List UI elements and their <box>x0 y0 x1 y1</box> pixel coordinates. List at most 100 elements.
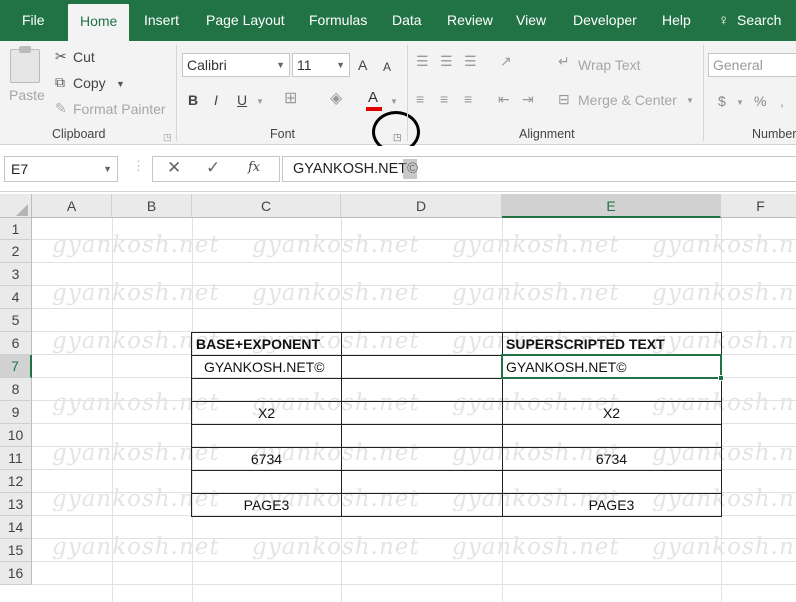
fill-color-icon[interactable]: ◈ <box>330 89 342 109</box>
column-header[interactable]: F <box>721 194 796 218</box>
table-border <box>191 516 721 517</box>
more-icon: ⋮ <box>132 158 145 173</box>
orientation-icon[interactable]: ↗ <box>500 51 512 71</box>
column-header-selected[interactable]: E <box>502 194 721 218</box>
copy-icon: ⧉ <box>55 74 65 90</box>
tab-file[interactable]: File <box>22 0 45 41</box>
tab-page-layout[interactable]: Page Layout <box>206 0 285 41</box>
tab-insert[interactable]: Insert <box>144 0 179 41</box>
font-size-select[interactable]: 11 ▼ <box>292 53 350 77</box>
insert-function-button[interactable]: fx <box>248 160 260 175</box>
tab-home[interactable]: Home <box>68 4 130 41</box>
comma-style-icon[interactable]: , <box>780 91 784 111</box>
name-box[interactable]: E7 ▼ <box>4 156 118 182</box>
borders-icon[interactable]: ⊞ <box>284 89 297 109</box>
cell-e11[interactable]: 6734 <box>502 448 721 470</box>
tab-developer[interactable]: Developer <box>573 0 637 41</box>
chevron-down-icon[interactable]: ▼ <box>736 93 744 113</box>
row-header[interactable]: 8 <box>0 378 32 401</box>
top-align-icon[interactable]: ☰ <box>416 51 429 71</box>
tab-search[interactable]: Search <box>737 0 781 41</box>
percent-button[interactable]: % <box>754 93 766 109</box>
table-border <box>341 332 342 517</box>
cut-button[interactable]: Cut <box>73 49 95 65</box>
font-color-icon[interactable]: A <box>368 88 378 108</box>
merge-center-button[interactable]: Merge & Center <box>578 92 677 108</box>
grow-font-icon[interactable]: A <box>358 55 367 75</box>
cancel-icon[interactable]: ✕ <box>167 158 181 178</box>
tab-review[interactable]: Review <box>447 0 493 41</box>
middle-align-icon[interactable]: ☰ <box>440 51 453 71</box>
align-center-icon[interactable]: ≡ <box>440 89 448 109</box>
row-header[interactable]: 9 <box>0 401 32 424</box>
column-header[interactable]: A <box>32 194 112 218</box>
ribbon-tab-bar: File Home Insert Page Layout Formulas Da… <box>0 0 796 41</box>
copy-button[interactable]: Copy <box>73 75 106 91</box>
enter-check-icon[interactable]: ✓ <box>206 158 220 178</box>
underline-button[interactable]: U <box>237 90 247 110</box>
divider <box>703 45 704 141</box>
decrease-indent-icon[interactable]: ⇤ <box>498 89 510 109</box>
row-header[interactable]: 3 <box>0 263 32 286</box>
number-group-label: Number <box>752 127 796 141</box>
bold-button[interactable]: B <box>188 90 198 110</box>
paste-button[interactable]: Paste <box>9 87 45 103</box>
row-header[interactable]: 6 <box>0 332 32 355</box>
format-painter-icon: ✎ <box>55 100 67 116</box>
align-right-icon[interactable]: ≡ <box>464 89 472 109</box>
row-header[interactable]: 14 <box>0 516 32 539</box>
bottom-align-icon[interactable]: ☰ <box>464 51 477 71</box>
row-header[interactable]: 4 <box>0 286 32 309</box>
tab-view[interactable]: View <box>516 0 546 41</box>
formula-bar: E7 ▼ ⋮ ✕ ✓ fx GYANKOSH.NET© <box>0 146 796 192</box>
number-format-select[interactable]: General <box>708 53 796 77</box>
row-header[interactable]: 12 <box>0 470 32 493</box>
fill-handle[interactable] <box>718 375 724 381</box>
row-header[interactable]: 1 <box>0 218 32 240</box>
cell-e13[interactable]: PAGE3 <box>502 494 721 516</box>
column-header[interactable]: B <box>112 194 192 218</box>
select-all-triangle-icon <box>16 204 28 216</box>
chevron-down-icon[interactable]: ▼ <box>256 92 264 112</box>
cell-e6[interactable]: SUPERSCRIPTED TEXT <box>506 333 720 355</box>
shrink-font-icon[interactable]: A <box>383 57 391 77</box>
row-header-selected[interactable]: 7 <box>0 355 32 378</box>
worksheet-grid[interactable]: A B C D E F 1 2 3 4 5 6 7 8 9 10 11 12 13 14 15 16 gyan… <box>0 192 796 602</box>
row-header[interactable]: 5 <box>0 309 32 332</box>
chevron-down-icon: ▼ <box>276 60 285 70</box>
cell-c11[interactable]: 6734 <box>192 448 341 470</box>
cell-c9[interactable]: X2 <box>192 402 341 424</box>
currency-button[interactable]: $ <box>718 93 726 109</box>
row-header[interactable]: 15 <box>0 539 32 562</box>
row-header[interactable]: 11 <box>0 447 32 470</box>
tab-data[interactable]: Data <box>392 0 422 41</box>
tab-formulas[interactable]: Formulas <box>309 0 367 41</box>
active-cell-e7[interactable] <box>501 354 722 379</box>
cell-e9[interactable]: X2 <box>502 402 721 424</box>
row-header[interactable]: 10 <box>0 424 32 447</box>
chevron-down-icon[interactable]: ▼ <box>116 74 125 94</box>
ribbon: Paste ✂ Cut ⧉ Copy ▼ ✎ Format Painter Cl… <box>0 41 796 153</box>
clipboard-launcher-icon[interactable]: ◳ <box>163 127 172 147</box>
tab-help[interactable]: Help <box>662 0 691 41</box>
italic-button[interactable]: I <box>214 90 218 110</box>
row-header[interactable]: 16 <box>0 562 32 585</box>
cell-c13[interactable]: PAGE3 <box>192 494 341 516</box>
cell-c6[interactable]: BASE+EXPONENT <box>196 333 341 355</box>
align-left-icon[interactable]: ≡ <box>416 89 424 109</box>
column-header[interactable]: D <box>341 194 502 218</box>
font-name-select[interactable]: Calibri ▼ <box>182 53 290 77</box>
wrap-text-button[interactable]: Wrap Text <box>578 57 641 73</box>
chevron-down-icon[interactable]: ▼ <box>686 91 694 111</box>
column-header[interactable]: C <box>192 194 341 218</box>
format-painter-button[interactable]: Format Painter <box>73 101 166 117</box>
divider <box>176 45 177 141</box>
cell-c7[interactable]: GYANKOSH.NET© <box>204 356 341 378</box>
chevron-down-icon[interactable]: ▼ <box>390 92 398 112</box>
increase-indent-icon[interactable]: ⇥ <box>522 89 534 109</box>
row-header[interactable]: 13 <box>0 493 32 516</box>
watermark: gyankosh.net <box>52 280 220 306</box>
paste-icon[interactable] <box>10 46 40 83</box>
row-header[interactable]: 2 <box>0 240 32 263</box>
formula-input[interactable]: GYANKOSH.NET© <box>282 156 796 182</box>
